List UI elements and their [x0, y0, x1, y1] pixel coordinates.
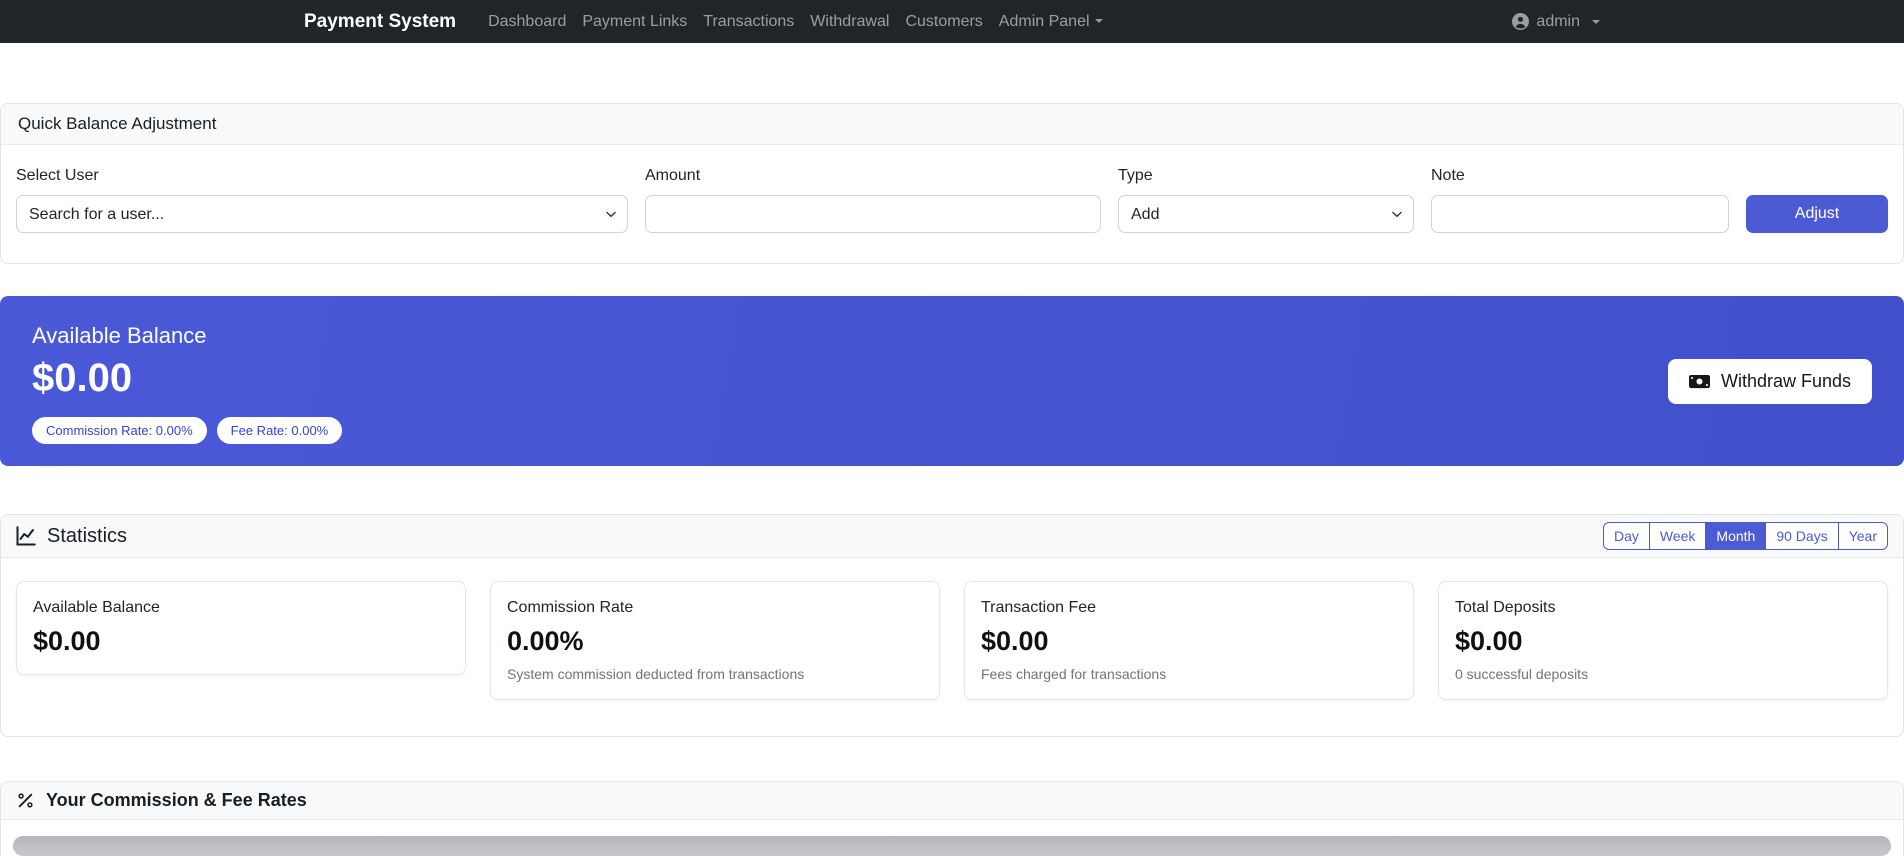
- type-dropdown[interactable]: Add: [1118, 195, 1414, 233]
- stat-subtitle: 0 successful deposits: [1455, 665, 1589, 682]
- nav-item-dashboard[interactable]: Dashboard: [480, 13, 574, 31]
- period-button-group: Day Week Month 90 Days Year: [1602, 522, 1888, 550]
- stat-value: 0.00%: [507, 626, 584, 656]
- period-year-button[interactable]: Year: [1837, 522, 1888, 550]
- nav-item-admin-panel[interactable]: Admin Panel: [991, 13, 1111, 31]
- period-day-button[interactable]: Day: [1602, 522, 1650, 550]
- caret-down-icon: [1094, 19, 1103, 24]
- type-label: Type: [1118, 167, 1153, 184]
- quick-balance-adjustment-title: Quick Balance Adjustment: [1, 104, 1903, 145]
- stat-label: Total Deposits: [1455, 599, 1556, 616]
- nav-item-customers[interactable]: Customers: [897, 13, 990, 31]
- select-user-dropdown[interactable]: Search for a user...: [16, 195, 628, 233]
- graph-up-icon: [16, 526, 36, 546]
- note-input[interactable]: [1431, 195, 1729, 233]
- rate-progress-bar: [13, 835, 1891, 856]
- stat-label: Transaction Fee: [981, 599, 1097, 616]
- period-month-button[interactable]: Month: [1705, 522, 1767, 550]
- stat-card-available-balance: Available Balance $0.00: [16, 581, 466, 675]
- brand-title[interactable]: Payment System: [304, 11, 456, 33]
- adjust-button[interactable]: Adjust: [1746, 195, 1888, 233]
- fee-rate-badge: Fee Rate: 0.00%: [216, 417, 343, 444]
- caret-down-icon: [1592, 19, 1600, 24]
- withdraw-funds-button[interactable]: Withdraw Funds: [1667, 358, 1872, 404]
- stat-value: $0.00: [33, 626, 101, 656]
- amount-label: Amount: [645, 167, 701, 184]
- balance-title: Available Balance: [32, 323, 207, 348]
- period-90days-button[interactable]: 90 Days: [1765, 522, 1839, 550]
- statistics-card: Statistics Day Week Month 90 Days Year A…: [0, 514, 1904, 737]
- stat-value: $0.00: [1455, 626, 1523, 656]
- stat-card-transaction-fee: Transaction Fee $0.00 Fees charged for t…: [964, 581, 1414, 700]
- note-label: Note: [1431, 167, 1465, 184]
- stat-value: $0.00: [981, 626, 1049, 656]
- cash-icon: [1688, 374, 1710, 388]
- main-nav: Dashboard Payment Links Transactions Wit…: [480, 13, 1110, 31]
- amount-input[interactable]: [645, 195, 1101, 233]
- stat-subtitle: Fees charged for transactions: [981, 665, 1167, 682]
- rates-title: Your Commission & Fee Rates: [46, 789, 307, 810]
- statistics-title: Statistics: [47, 524, 128, 547]
- stat-label: Commission Rate: [507, 599, 634, 616]
- top-navbar: Payment System Dashboard Payment Links T…: [0, 0, 1904, 43]
- select-user-label: Select User: [16, 167, 99, 184]
- balance-amount: $0.00: [32, 356, 133, 400]
- stat-label: Available Balance: [33, 599, 160, 616]
- stat-subtitle: System commission deducted from transact…: [507, 665, 805, 682]
- stat-card-commission-rate: Commission Rate 0.00% System commission …: [490, 581, 940, 700]
- commission-rate-badge: Commission Rate: 0.00%: [32, 417, 207, 444]
- user-dropdown[interactable]: admin: [1512, 13, 1600, 31]
- nav-item-transactions[interactable]: Transactions: [695, 13, 802, 31]
- quick-balance-adjustment-card: Quick Balance Adjustment Select User Sea…: [0, 103, 1904, 264]
- user-label: admin: [1536, 12, 1580, 30]
- withdraw-funds-label: Withdraw Funds: [1720, 370, 1851, 391]
- commission-fee-rates-card: Your Commission & Fee Rates: [0, 780, 1904, 856]
- period-week-button[interactable]: Week: [1648, 522, 1707, 550]
- nav-item-payment-links[interactable]: Payment Links: [574, 13, 695, 31]
- percent-icon: [18, 793, 33, 808]
- person-circle-icon: [1512, 13, 1530, 30]
- admin-panel-label: Admin Panel: [998, 12, 1090, 30]
- available-balance-banner: Available Balance $0.00 Commission Rate:…: [0, 296, 1904, 466]
- stat-card-total-deposits: Total Deposits $0.00 0 successful deposi…: [1438, 581, 1888, 700]
- nav-item-withdrawal[interactable]: Withdrawal: [802, 13, 897, 31]
